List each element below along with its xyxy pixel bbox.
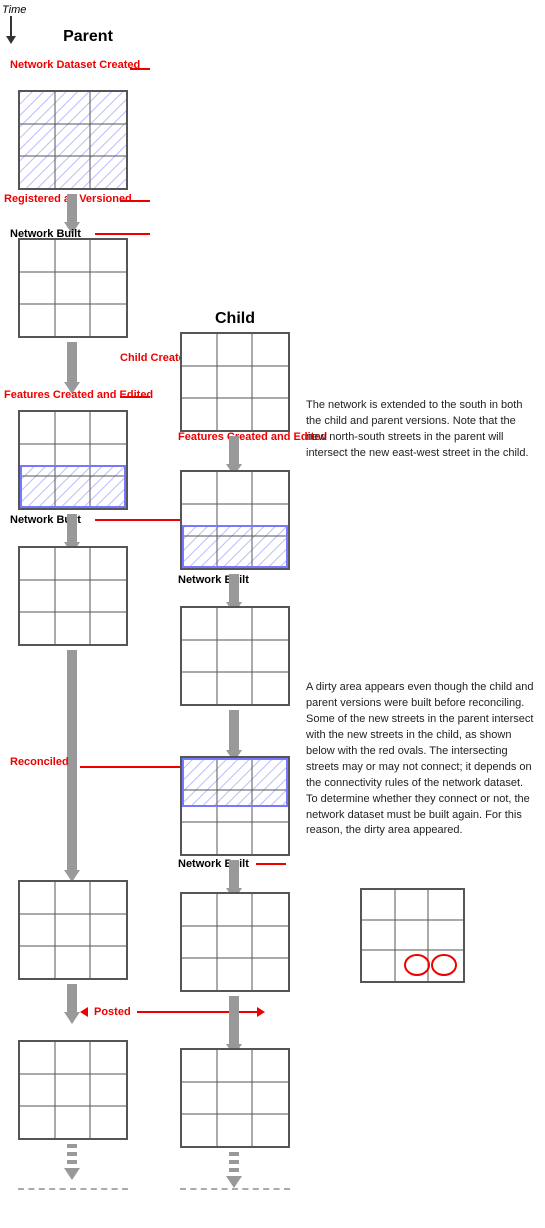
parent-box-5-grid — [20, 882, 126, 978]
arrow-parent-5 — [64, 984, 80, 1024]
dirty-area-svg — [362, 890, 463, 981]
child-box-1 — [180, 332, 290, 432]
parent-box-3-svg — [20, 412, 126, 508]
arrow-child-5 — [226, 996, 242, 1056]
posted-label: Posted — [94, 1006, 131, 1018]
parent-box-6-grid — [20, 1042, 126, 1138]
child-box-5 — [180, 892, 290, 992]
red-line-nb3-child — [256, 863, 286, 865]
child-box-4 — [180, 756, 290, 856]
red-line-rav — [120, 200, 150, 202]
child-box-6 — [180, 1048, 290, 1148]
network-dataset-created-label: Network Dataset Created — [10, 58, 140, 72]
parent-box-2-grid — [20, 240, 126, 336]
child-box-4-svg — [182, 758, 288, 854]
reconciled-label: Reconciled — [10, 756, 69, 768]
child-box-3 — [180, 606, 290, 706]
child-dotted-bottom — [180, 1188, 290, 1190]
arrow-parent-2 — [64, 342, 80, 394]
parent-box-1-hatch — [20, 92, 126, 188]
parent-dotted-bottom — [18, 1188, 128, 1190]
red-line-fce-parent — [120, 396, 150, 398]
desc-dirty-area: A dirty area appears even though the chi… — [306, 680, 536, 839]
parent-box-2 — [18, 238, 128, 338]
time-arrow — [6, 16, 16, 44]
parent-box-5 — [18, 880, 128, 980]
time-label: Time — [2, 4, 26, 16]
child-box-5-grid — [182, 894, 288, 990]
child-box-1-grid — [182, 334, 288, 430]
dirty-area-diagram — [360, 888, 465, 983]
child-box-2-svg — [182, 472, 288, 568]
child-header: Child — [175, 310, 295, 328]
arrow-parent-6 — [64, 1144, 80, 1180]
posted-arrow-left — [80, 1007, 88, 1017]
posted-arrow-right — [257, 1007, 265, 1017]
parent-box-6 — [18, 1040, 128, 1140]
red-line-ndc — [130, 68, 150, 70]
parent-box-1 — [18, 90, 128, 190]
parent-box-4 — [18, 546, 128, 646]
diagram-container: Time Parent Child Network Dataset Create… — [0, 0, 545, 1228]
features-created-child-label: Features Created and Edited — [178, 430, 327, 444]
arrow-child-6 — [226, 1152, 242, 1188]
desc-extend-south: The network is extended to the south in … — [306, 398, 536, 462]
child-box-2 — [180, 470, 290, 570]
arrow-child-3 — [226, 710, 242, 762]
child-box-3-grid — [182, 608, 288, 704]
parent-box-3 — [18, 410, 128, 510]
parent-header: Parent — [28, 28, 148, 46]
red-line-nb2-parent — [95, 519, 180, 521]
parent-box-4-grid — [20, 548, 126, 644]
red-line-nb1 — [95, 233, 150, 235]
child-box-6-grid — [182, 1050, 288, 1146]
